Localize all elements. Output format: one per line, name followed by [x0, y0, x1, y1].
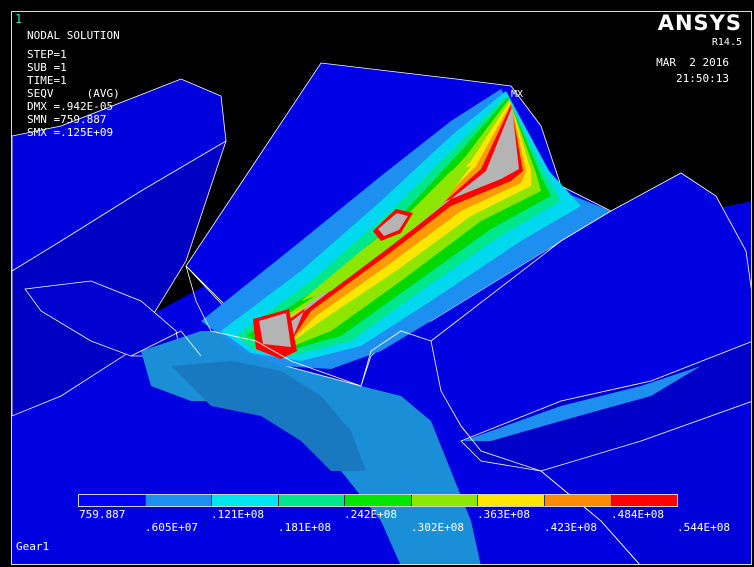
legend-swatch-8 — [611, 495, 678, 506]
contour-legend-bar — [78, 494, 678, 507]
legend-swatch-6 — [478, 495, 545, 506]
info-result-item: SEQV (AVG) — [27, 87, 120, 100]
time-label: 21:50:13 — [676, 72, 729, 85]
legend-label: .484E+08 — [611, 508, 664, 521]
info-step: STEP=1 — [27, 48, 67, 61]
legend-swatch-7 — [544, 495, 612, 506]
model-name-label: Gear1 — [16, 540, 50, 553]
legend-label: .605E+07 — [145, 521, 198, 534]
graphics-window[interactable]: 1 ANSYS R14.5 MAR 2 2016 21:50:13 NODAL … — [0, 0, 754, 567]
legend-swatch-3 — [278, 495, 346, 506]
window-number: 1 — [15, 12, 23, 26]
legend-swatch-2 — [212, 495, 279, 506]
date-label: MAR 2 2016 — [656, 56, 729, 69]
legend-swatch-4 — [345, 495, 412, 506]
legend-label: .121E+08 — [211, 508, 264, 521]
info-smn: SMN =759.887 — [27, 113, 107, 126]
legend-label: .302E+08 — [411, 521, 464, 534]
version-label: R14.5 — [711, 37, 742, 48]
legend-label: .242E+08 — [344, 508, 397, 521]
legend-label: .423E+08 — [544, 521, 597, 534]
solution-title: NODAL SOLUTION — [27, 29, 120, 42]
legend-label: .544E+08 — [677, 521, 730, 534]
gear-contour-plot[interactable] — [12, 12, 752, 565]
info-sub: SUB =1 — [27, 61, 67, 74]
legend-label: 759.887 — [79, 508, 126, 521]
solution-info-block: NODAL SOLUTION STEP=1 SUB =1 TIME=1 SEQV… — [27, 29, 120, 139]
graphics-area-frame[interactable] — [11, 11, 752, 565]
ansys-logo: ANSYS — [657, 11, 742, 35]
legend-label: .181E+08 — [278, 521, 331, 534]
max-marker-label: MX — [511, 89, 524, 100]
legend-swatch-1 — [145, 495, 213, 506]
legend-swatch-5 — [411, 495, 479, 506]
legend-label: .363E+08 — [477, 508, 530, 521]
info-time: TIME=1 — [27, 74, 67, 87]
info-dmx: DMX =.942E-05 — [27, 100, 114, 113]
info-smx: SMX =.125E+09 — [27, 126, 114, 139]
legend-swatch-0 — [79, 495, 146, 506]
